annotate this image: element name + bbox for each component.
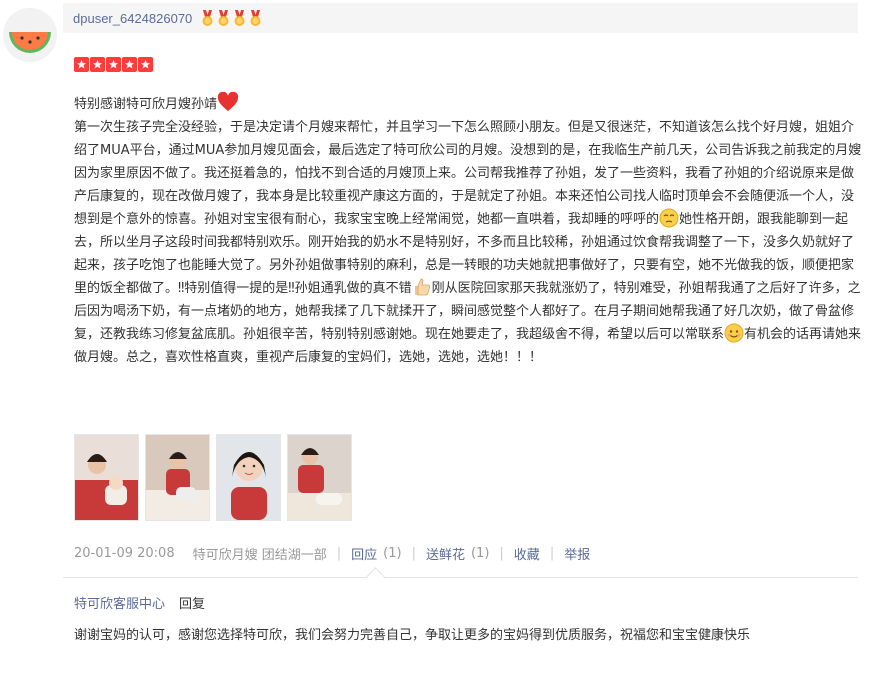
separator: | (336, 546, 342, 561)
smiling-face-icon (724, 323, 744, 343)
send-flower-button[interactable]: 送鲜花 (426, 544, 465, 563)
reply-divider (63, 577, 858, 578)
review-title-text: 特别感谢特可欣月嫂孙靖 (74, 96, 218, 112)
review-photo[interactable] (145, 434, 210, 521)
star-icon (138, 57, 153, 72)
medal-icon (250, 9, 261, 26)
favorite-button[interactable]: 收藏 (514, 544, 540, 563)
reply-caret (366, 567, 385, 586)
review-meta: 20-01-09 20:08 特可欣月嫂 团结湖一部 | 回应 (1) | 送鲜… (74, 544, 590, 563)
shop-name-link[interactable]: 特可欣客服中心 (74, 593, 165, 612)
thumbs-up-icon (414, 278, 430, 296)
reply-count: (1) (383, 546, 402, 561)
shop-branch-name: 特可欣月嫂 团结湖一部 (192, 548, 327, 563)
report-button[interactable]: 举报 (564, 544, 590, 563)
star-icon (74, 57, 89, 72)
reply-button[interactable]: 回应 (351, 544, 377, 563)
reply-tag: 回复 (179, 597, 206, 612)
heart-icon (217, 92, 239, 112)
star-icon (106, 57, 121, 72)
watermelon-icon (3, 8, 57, 62)
separator: | (549, 546, 555, 561)
medal-icon (234, 9, 245, 26)
medal-icon (218, 9, 229, 26)
review-body: 第一次生孩子完全没经验，于是决定请个月嫂来帮忙，并且学习一下怎么照顾小朋友。但是… (74, 116, 864, 369)
medal-icon (202, 9, 213, 26)
flower-count: (1) (470, 546, 490, 561)
review-datetime: 20-01-09 20:08 (74, 546, 175, 561)
star-icon (122, 57, 137, 72)
review-photo[interactable] (74, 434, 139, 521)
review-photo[interactable] (216, 434, 281, 521)
rating-stars (74, 57, 153, 72)
star-icon (90, 57, 105, 72)
review-header: dpuser_6424826070 (63, 3, 858, 33)
user-avatar[interactable] (3, 8, 57, 62)
review-photos (74, 434, 352, 521)
shop-reply-text: 谢谢宝妈的认可，感谢您选择特可欣，我们会努力完善自己，争取让更多的宝妈得到优质服… (74, 628, 751, 643)
review-title: 特别感谢特可欣月嫂孙靖 (74, 92, 239, 112)
username-link[interactable]: dpuser_6424826070 (73, 11, 192, 26)
shop-reply-header: 特可欣客服中心 回复 (74, 593, 205, 612)
sleepy-face-icon (659, 208, 679, 228)
review-photo[interactable] (287, 434, 352, 521)
review-text-part-1: 第一次生孩子完全没经验，于是决定请个月嫂来帮忙，并且学习一下怎么照顾小朋友。但是… (74, 120, 862, 227)
user-medals (200, 9, 263, 27)
separator: | (411, 546, 416, 561)
separator: | (499, 546, 504, 561)
